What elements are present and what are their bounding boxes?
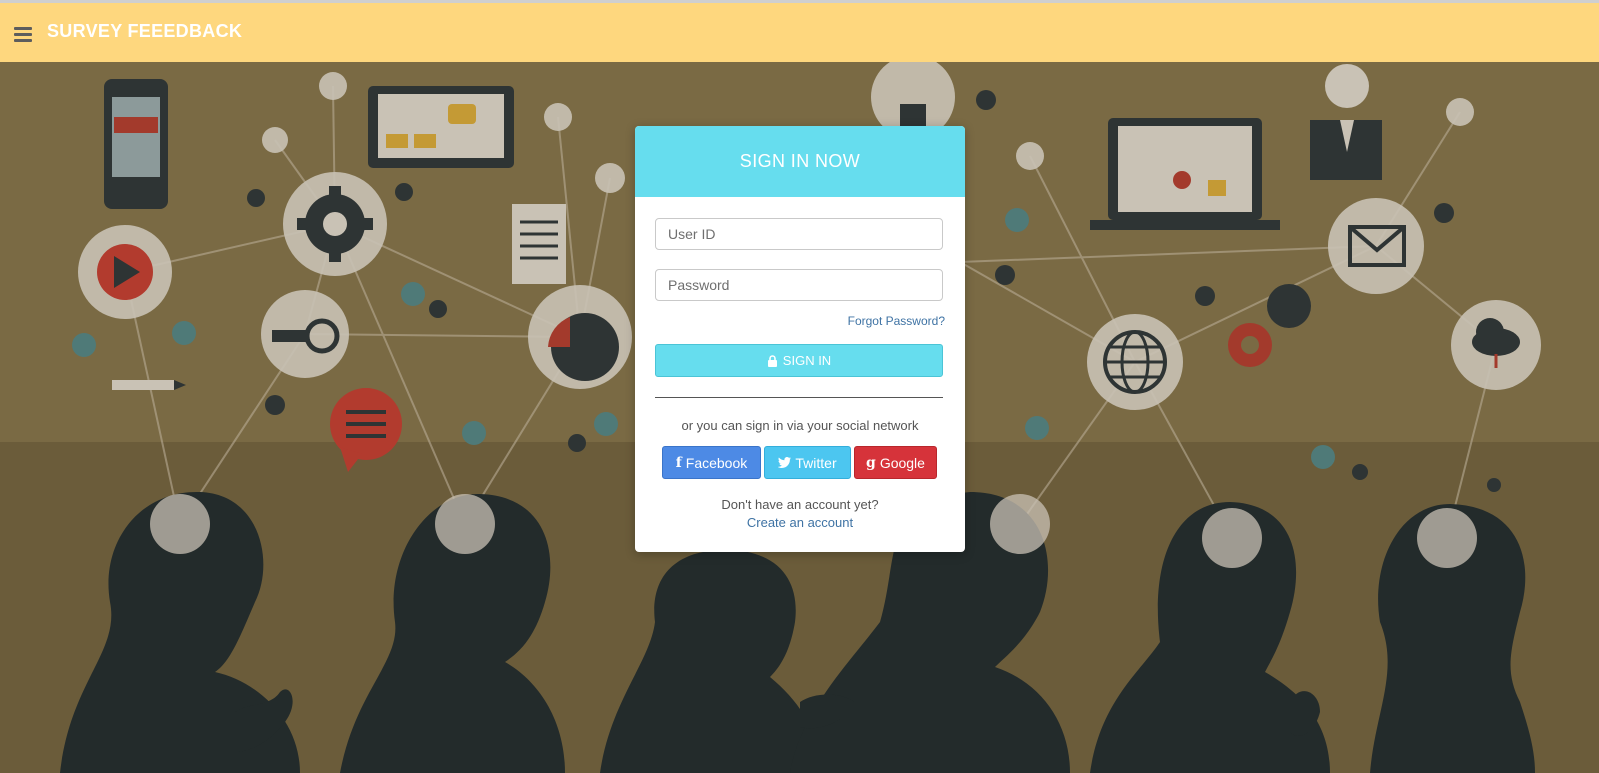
twitter-button[interactable]: Twitter [764,446,851,479]
password-input[interactable] [655,269,943,301]
create-account-link[interactable]: Create an account [635,515,965,530]
twitter-label: Twitter [795,454,837,471]
top-header-bar: SURVEY FEEEDBACK [0,0,1599,62]
login-card: SIGN IN NOW Forgot Password? SIGN IN or … [635,126,965,552]
google-icon: g [866,454,876,471]
facebook-icon: f [675,454,682,471]
facebook-label: Facebook [685,454,748,471]
no-account-text: Don't have an account yet? [721,497,879,512]
lock-icon [767,354,777,367]
twitter-icon [778,457,792,468]
sign-in-button[interactable]: SIGN IN [655,344,943,377]
sign-in-label: SIGN IN [782,353,832,368]
forgot-password-link[interactable]: Forgot Password? [848,314,945,328]
facebook-button[interactable]: f Facebook [662,446,761,479]
social-buttons: f Facebook Twitter g Google [662,446,937,479]
google-button[interactable]: g Google [854,446,937,479]
hamburger-menu-icon[interactable] [14,27,32,42]
google-label: Google [879,454,925,471]
user-id-input[interactable] [655,218,943,250]
brand-title: SURVEY FEEEDBACK [47,21,243,41]
login-title: SIGN IN NOW [635,126,965,197]
divider [655,397,943,398]
social-signin-text: or you can sign in via your social netwo… [681,418,919,433]
